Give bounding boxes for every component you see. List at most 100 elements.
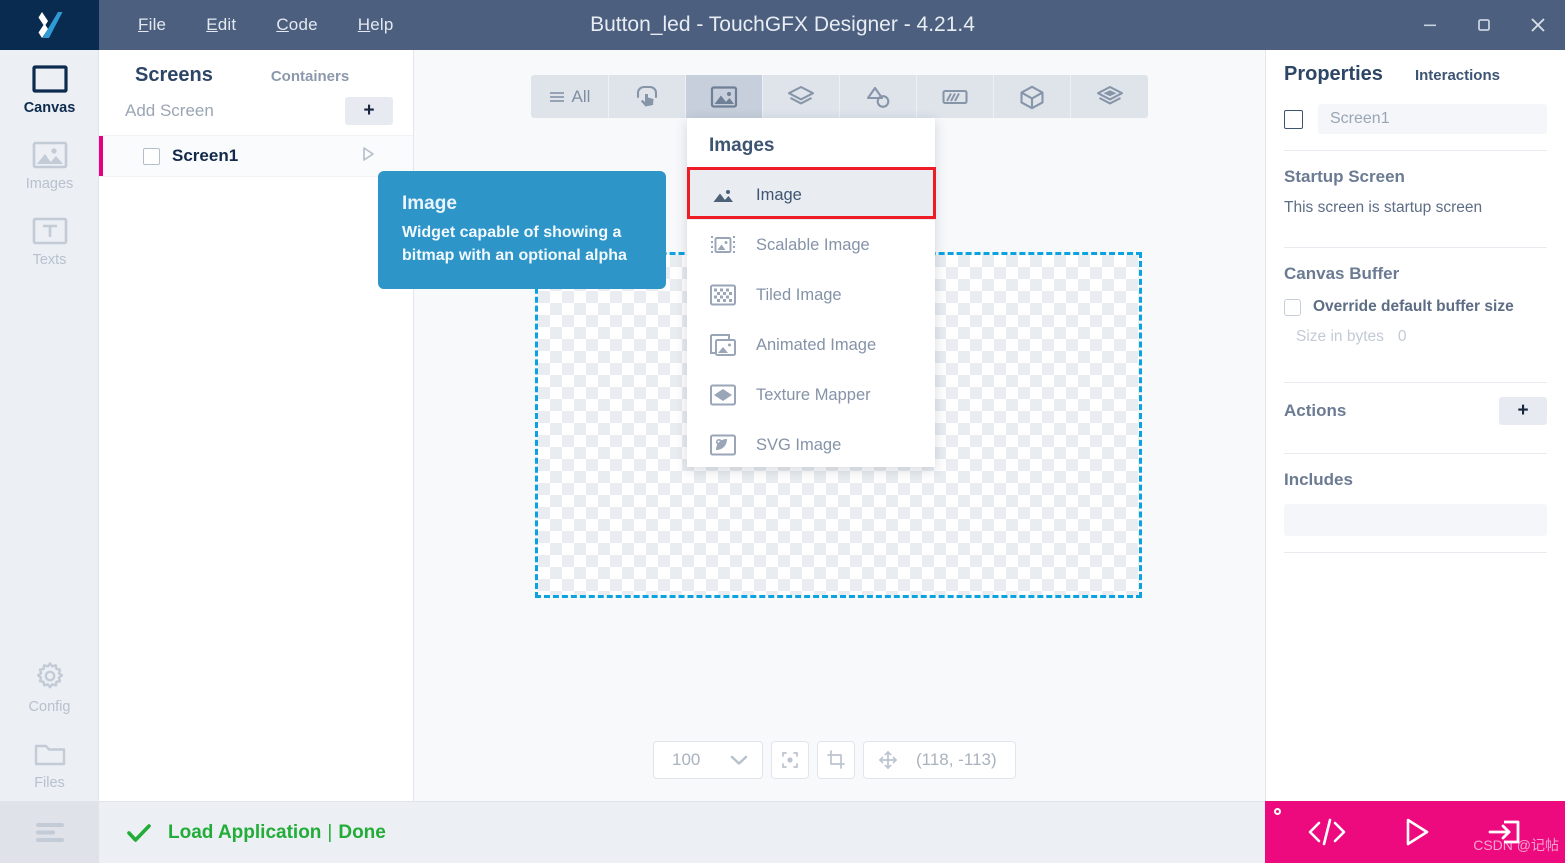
close-icon [1531,18,1545,32]
screen-preview-button[interactable] [359,145,377,168]
run-simulator-button[interactable] [1395,815,1437,849]
toolbar-button-shapes[interactable] [840,75,917,118]
tab-containers[interactable]: Containers [271,68,349,85]
status-bar: Load Application | Done [99,801,1265,863]
code-brackets-icon [1308,818,1345,846]
sidebar-item-files[interactable]: Files [0,725,99,801]
minimize-button[interactable] [1403,0,1457,50]
screens-panel: Screens Containers Add Screen + Screen1 [99,50,414,813]
coordinates-value: (118, -113) [916,750,997,769]
sidebar-item-label: Images [25,176,74,192]
touchgfx-x-logo-icon [33,8,67,42]
toolbar-button-miscellaneous[interactable] [994,75,1071,118]
add-screen-button[interactable]: + [345,97,393,125]
canvas-buffer-heading: Canvas Buffer [1284,264,1400,283]
run-target-button[interactable] [1482,815,1526,849]
toolbar-button-images[interactable] [686,75,763,118]
dropdown-item-label: Tiled Image [756,285,842,304]
touchgfx-designer-window: File Edit Code Help Button_led - TouchGF… [0,0,1565,863]
menu-file[interactable]: File [118,9,186,41]
tiled-image-icon [710,284,736,306]
left-rail: Canvas Images Texts Config Files [0,50,99,863]
menu-help[interactable]: Help [338,9,414,41]
tab-screens[interactable]: Screens [135,64,213,87]
close-button[interactable] [1511,0,1565,50]
window-controls [1403,0,1565,50]
screen-list-item[interactable]: Screen1 [99,135,413,177]
chevron-down-icon [730,755,748,765]
add-screen-label: Add Screen [125,101,214,120]
status-message: Load Application | Done [168,822,386,844]
rail-menu-toggle[interactable] [0,801,99,863]
tab-interactions[interactable]: Interactions [1415,67,1500,84]
includes-input[interactable] [1284,504,1547,536]
svg-image-icon [710,434,736,456]
toolbar-button-containers[interactable] [763,75,840,118]
gear-icon [36,662,63,689]
zoom-level-select[interactable]: 100 [653,741,763,779]
widget-visible-checkbox[interactable] [1284,109,1303,129]
toolbar-button-custom[interactable] [1071,75,1148,118]
hamburger-menu-icon [35,823,64,842]
crop-canvas-button[interactable] [817,741,855,779]
dropdown-item-texture-mapper[interactable]: Texture Mapper [687,370,935,420]
rail-bottom-group: Config Files [0,645,99,863]
run-arrow-icon [1488,820,1520,844]
status-check-icon [126,822,152,844]
menu-edit[interactable]: Edit [186,9,256,41]
canvas-zoom-bar: 100 (118, -113) [653,741,1016,779]
override-buffer-row[interactable]: Override default buffer size [1266,284,1565,316]
menu-code[interactable]: Code [256,9,337,41]
generate-code-button[interactable] [1304,815,1350,849]
title-bar: File Edit Code Help Button_led - TouchGF… [0,0,1565,50]
button-tap-icon [636,85,658,106]
actions-heading: Actions [1284,401,1347,420]
toolbar-button-interactive[interactable] [609,75,686,118]
center-canvas-button[interactable] [771,741,809,779]
add-action-button[interactable]: + [1499,397,1547,425]
picture-icon [710,85,738,108]
startup-screen-text: This screen is startup screen [1284,199,1483,216]
properties-panel-tabs: Properties Interactions [1266,50,1565,86]
toolbar-button-progress[interactable] [917,75,994,118]
sidebar-item-canvas[interactable]: Canvas [0,50,99,126]
dropdown-item-svg-image[interactable]: SVG Image [687,420,935,470]
size-in-bytes-label: Size in bytes [1296,328,1384,345]
maximize-button[interactable] [1457,0,1511,50]
check-mark-icon [127,823,151,842]
sidebar-item-texts[interactable]: Texts [0,202,99,278]
override-buffer-checkbox[interactable] [1284,298,1301,316]
play-triangle-icon [363,146,374,161]
play-triangle-icon [1406,818,1429,846]
sidebar-item-label: Config [28,699,71,715]
toolbar-button-all[interactable]: All [531,75,609,118]
screen-checkbox[interactable] [143,147,160,165]
layers-stack-icon [787,85,815,104]
menu-bar: File Edit Code Help [118,9,414,41]
dropdown-item-scalable-image[interactable]: Scalable Image [687,220,935,270]
status-state: Done [338,821,386,843]
widget-name-input[interactable]: Screen1 [1318,104,1547,134]
size-in-bytes-row: Size in bytes 0 [1266,316,1565,346]
tab-properties[interactable]: Properties [1284,63,1383,86]
folder-icon [34,744,65,766]
sidebar-item-config[interactable]: Config [0,645,99,725]
toolbar-all-label: All [571,86,591,106]
dropdown-item-tiled-image[interactable]: Tiled Image [687,270,935,320]
dropdown-item-animated-image[interactable]: Animated Image [687,320,935,370]
app-logo [0,0,99,50]
add-screen-row: Add Screen + [99,87,413,135]
status-separator: | [327,821,333,843]
startup-screen-heading: Startup Screen [1284,167,1405,186]
sidebar-item-label: Canvas [23,100,76,116]
image-icon [713,190,733,202]
progress-bar-icon [942,89,968,104]
tooltip-description: Widget capable of showing a bitmap with … [402,224,627,265]
dropdown-item-image[interactable]: Image [687,170,935,220]
sidebar-item-images[interactable]: Images [0,126,99,202]
texts-t-icon [32,217,67,245]
actions-row: Actions + [1266,383,1565,425]
status-indicator-dot [1274,808,1281,815]
bottom-action-bar: CSDN @记帖 [1265,801,1565,863]
canvas-coordinates[interactable]: (118, -113) [863,741,1016,779]
